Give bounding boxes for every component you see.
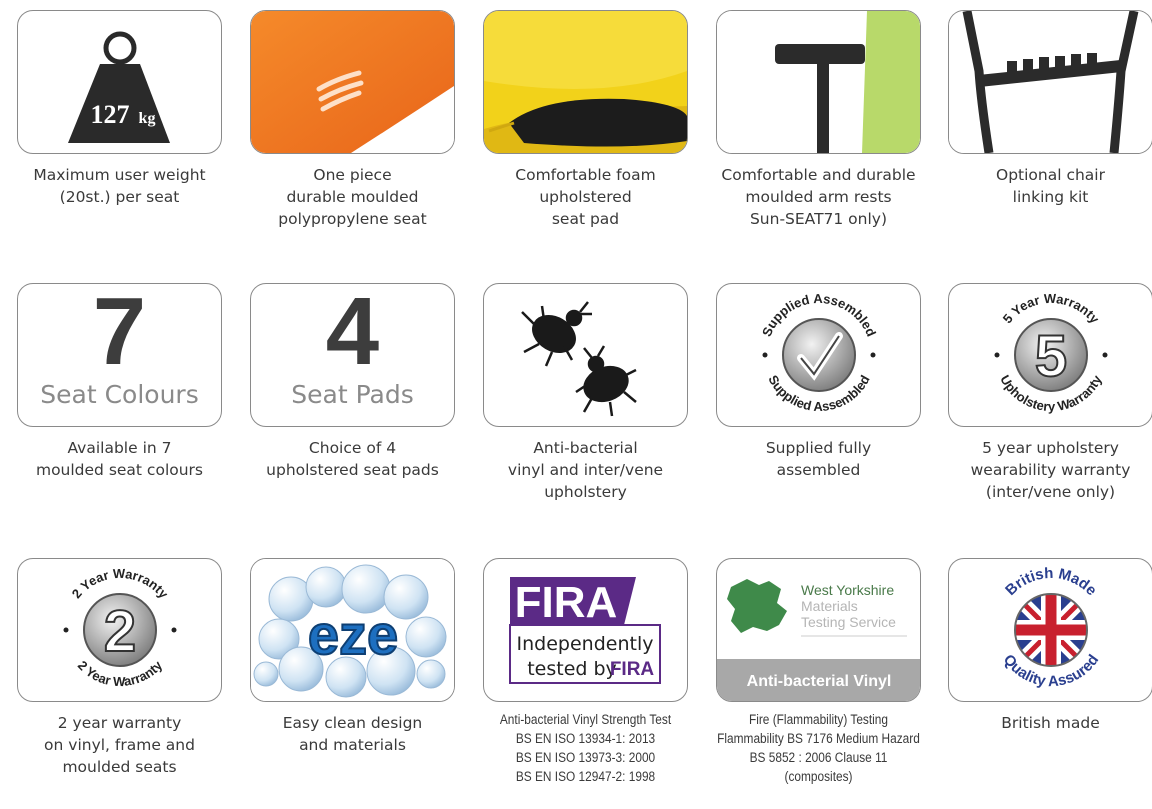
svg-text:Independently: Independently: [517, 633, 654, 655]
weight-icon: 127 kg: [68, 31, 170, 143]
feature-caption: Comfortable and durable moulded arm rests…: [721, 166, 916, 228]
feature-caption: Anti-bacterial Vinyl Strength Test BS EN …: [499, 712, 672, 784]
seat-pads-label: Seat Pads: [291, 380, 414, 409]
svg-text:tested by: tested by: [527, 658, 617, 680]
feature-caption: 2 year warranty on vinyl, frame and moulde…: [44, 714, 195, 776]
seat-pads-tile: 4 Seat Pads: [250, 283, 455, 427]
seat-pads-number: 4: [325, 283, 380, 385]
feature-caption: Maximum user weight (20st.) per seat: [33, 166, 206, 206]
svg-text:2: 2: [104, 599, 136, 664]
svg-text:5: 5: [1035, 324, 1067, 389]
svg-text:Materials: Materials: [801, 598, 858, 614]
eze-bubbles-logo: eze: [251, 559, 454, 701]
bug-tile: [483, 283, 688, 427]
svg-text:FIRA: FIRA: [515, 578, 618, 627]
svg-text:Anti-bacterial Vinyl: Anti-bacterial Vinyl: [747, 673, 892, 690]
wymts-logo-tile: West Yorkshire Materials Testing Service…: [716, 558, 921, 702]
weight-tile: 127 kg: [17, 10, 222, 154]
british-made-tile: British Made Quality Assured: [948, 558, 1152, 702]
arm-rest-photo: [716, 10, 921, 154]
feature-caption: 5 year upholstery wearability warranty (in…: [970, 439, 1131, 501]
linking-kit-photo: [948, 10, 1152, 154]
svg-text:eze: eze: [308, 603, 398, 666]
weight-value: 127: [91, 100, 130, 129]
seat-colours-tile: 7 Seat Colours: [17, 283, 222, 427]
warranty-2-badge-icon: 2 2 Year Warranty 2 Year Warranty: [63, 566, 177, 689]
two-year-badge-tile: 2 2 Year Warranty 2 Year Warranty: [17, 558, 222, 702]
svg-text:FIRA: FIRA: [610, 659, 655, 680]
west-yorkshire-logo: West Yorkshire Materials Testing Service…: [717, 579, 920, 701]
svg-text:West Yorkshire: West Yorkshire: [801, 582, 894, 598]
feature-caption: One piece durable moulded polypropylene se…: [278, 166, 427, 228]
feature-caption: Optional chair linking kit: [996, 166, 1105, 206]
bug-icon: [521, 301, 637, 417]
seat-colours-label: Seat Colours: [40, 380, 199, 409]
fira-logo-tile: FIRA Independently tested by FIRA: [483, 558, 688, 702]
orange-seat-photo: [250, 10, 455, 154]
feature-caption: Choice of 4 upholstered seat pads: [266, 439, 439, 479]
warranty-5-badge-icon: 5 5 Year Warranty Upholstery Warranty: [994, 291, 1108, 414]
seat-colours-number: 7: [92, 283, 147, 385]
five-year-badge-tile: 5 5 Year Warranty Upholstery Warranty: [948, 283, 1152, 427]
svg-text:Testing Service: Testing Service: [801, 614, 896, 630]
feature-caption: Available in 7 moulded seat colours: [35, 439, 204, 479]
feature-caption: Supplied fully assembled: [765, 439, 872, 479]
feature-caption: Easy clean design and materials: [282, 714, 423, 754]
feature-caption: Anti-bacterial vinyl and inter/vene uphols…: [507, 439, 664, 501]
feature-caption: Fire (Flammability) Testing Flammability …: [717, 712, 920, 784]
foam-pad-photo: [483, 10, 688, 154]
fira-logo: FIRA Independently tested by FIRA: [509, 577, 661, 684]
checkmark-badge-icon: Supplied Assembled Supplied Assembled: [759, 291, 879, 414]
weight-unit: kg: [139, 110, 156, 127]
assembled-badge-tile: Supplied Assembled Supplied Assembled: [716, 283, 921, 427]
eze-logo-tile: eze: [250, 558, 455, 702]
feature-caption: Comfortable foam upholstered seat pad: [515, 166, 656, 228]
feature-caption: British made: [1001, 714, 1100, 732]
union-flag-badge-icon: British Made Quality Assured: [1000, 565, 1103, 690]
